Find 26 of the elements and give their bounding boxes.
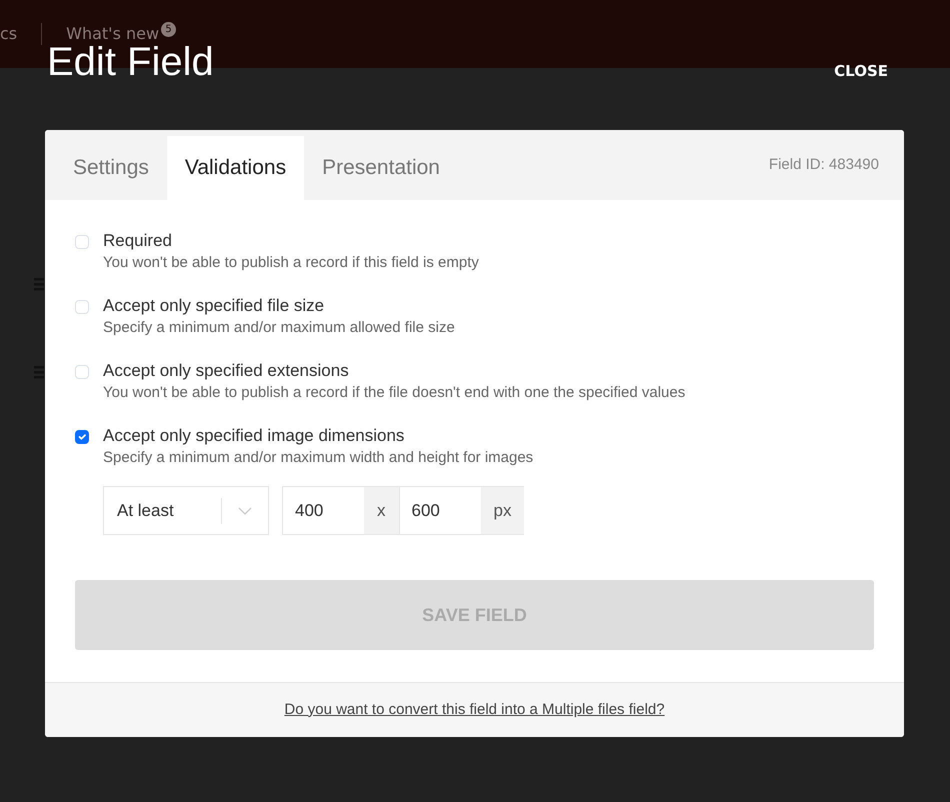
convert-field-link[interactable]: Do you want to convert this field into a Multiple files field? — [284, 698, 665, 722]
option-label: Accept only specified extensions — [103, 360, 350, 382]
chevron-down-icon — [238, 506, 252, 514]
count-badge: 5 — [161, 22, 176, 37]
width-input[interactable]: 400 — [282, 486, 364, 535]
option-label: Accept only specified image dimensions — [103, 425, 406, 447]
close-button[interactable]: CLOSE — [834, 58, 888, 84]
option-hint: You won't be able to publish a record if the file doesn't end with one the specified values — [103, 383, 686, 403]
height-input[interactable]: 600 — [398, 486, 480, 535]
drag-handle-icon — [34, 278, 44, 292]
option-label: Required — [103, 230, 173, 252]
tab[interactable]: Settings — [55, 136, 167, 200]
unit-label: px — [480, 486, 524, 535]
tab[interactable]: Presentation — [304, 136, 458, 200]
dropdown-value: At least — [117, 500, 174, 522]
mode-dropdown[interactable]: At least — [103, 486, 269, 535]
separator-label: x — [364, 486, 398, 535]
option-hint: Specify a minimum and/or maximum width and height for images — [103, 448, 534, 468]
option-hint: Specify a minimum and/or maximum allowed file size — [103, 318, 455, 338]
drag-handle-icon — [34, 366, 44, 380]
tab[interactable]: Validations — [166, 136, 304, 200]
checkbox[interactable] — [75, 430, 89, 444]
nav-link-text[interactable]: cs — [0, 22, 18, 46]
field-id-label: Field ID: 483490 — [768, 154, 880, 175]
option-label: Accept only specified file size — [103, 295, 326, 317]
option-hint: You won't be able to publish a record if this field is empty — [103, 253, 479, 273]
